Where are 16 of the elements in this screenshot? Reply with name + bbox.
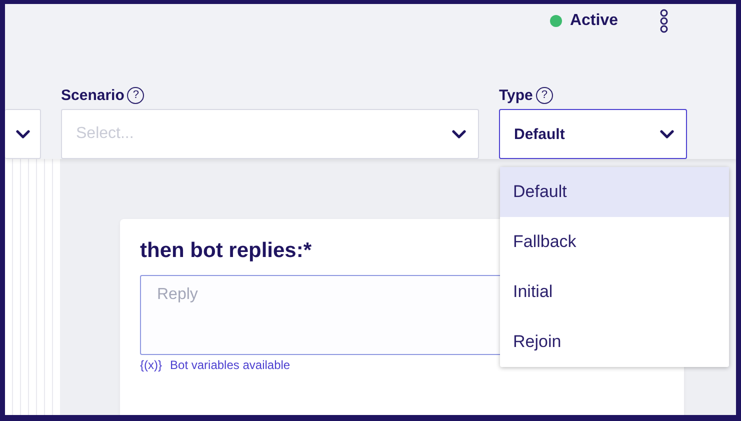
dropdown-option[interactable]: Default (500, 167, 729, 217)
bot-variables-link[interactable]: Bot variables available (170, 358, 290, 372)
status-label: Active (570, 12, 618, 30)
chevron-down-icon (452, 130, 466, 138)
chevron-down-icon (16, 130, 30, 138)
help-icon[interactable]: ? (127, 86, 144, 104)
select-field[interactable]: Default (499, 109, 687, 159)
chevron-down-icon (660, 130, 674, 138)
variables-icon: {(x)} (140, 358, 162, 372)
more-options-icon[interactable] (660, 9, 668, 33)
field-label: Scenario (61, 86, 124, 104)
dropdown-option[interactable]: Fallback (500, 217, 729, 267)
select-field[interactable] (5, 109, 41, 159)
field-label: Type (499, 86, 533, 104)
help-icon[interactable]: ? (536, 86, 553, 104)
card-title: then bot replies:* (140, 239, 312, 263)
